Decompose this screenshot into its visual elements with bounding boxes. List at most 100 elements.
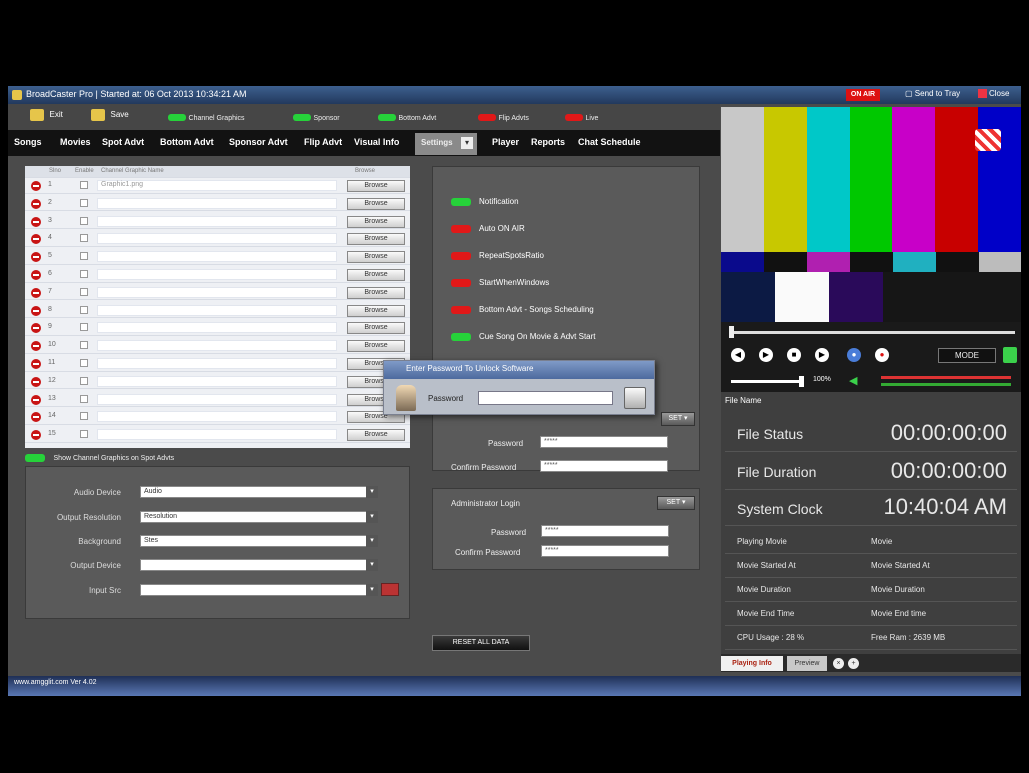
remove-icon[interactable] xyxy=(31,430,41,441)
browse-button[interactable]: Browse xyxy=(347,286,405,299)
menu-flip-advt[interactable]: Flip Advt xyxy=(304,137,342,147)
option-bottom-advt-scheduling[interactable]: Bottom Advt - Songs Scheduling xyxy=(451,305,594,314)
volume-handle[interactable] xyxy=(799,376,804,387)
enable-checkbox[interactable] xyxy=(80,216,88,225)
remove-icon[interactable] xyxy=(31,216,41,227)
play-button[interactable]: ▶ xyxy=(759,348,773,362)
record-button[interactable]: ● xyxy=(875,348,889,362)
show-graphics-option[interactable]: Show Channel Graphics on Spot Advts xyxy=(25,452,174,462)
password-field[interactable]: ***** xyxy=(540,436,668,448)
mode-power-icon[interactable] xyxy=(1003,347,1017,363)
remove-icon[interactable] xyxy=(31,412,41,423)
enable-checkbox[interactable] xyxy=(80,341,88,350)
browse-button[interactable]: Browse xyxy=(347,197,405,210)
menu-settings-tab[interactable]: Settings ▾ xyxy=(415,133,477,155)
graphic-name-cell[interactable] xyxy=(97,233,337,245)
menu-player[interactable]: Player xyxy=(492,137,519,147)
dialog-ok-button[interactable] xyxy=(624,387,646,409)
onair-badge[interactable]: ON AIR xyxy=(846,89,880,101)
enable-checkbox[interactable] xyxy=(80,412,88,421)
graphic-name-cell[interactable] xyxy=(97,358,337,369)
graphic-name-cell[interactable] xyxy=(97,286,337,298)
volume-slider[interactable] xyxy=(731,380,801,383)
enable-checkbox[interactable] xyxy=(80,252,88,261)
audio-device-select[interactable]: Audio ▾ xyxy=(140,486,378,498)
option-start-when-windows[interactable]: StartWhenWindows xyxy=(451,278,549,287)
browse-button[interactable]: Browse xyxy=(347,269,405,281)
seek-bar[interactable] xyxy=(729,331,1015,334)
enable-checkbox[interactable] xyxy=(80,234,88,243)
browse-button[interactable]: Browse xyxy=(347,251,405,264)
enable-checkbox[interactable] xyxy=(80,394,88,403)
save-button[interactable]: Save xyxy=(91,109,129,121)
option-auto-on-air[interactable]: Auto ON AIR xyxy=(451,224,525,233)
graphic-name-cell[interactable] xyxy=(97,340,337,352)
tab-add-icon[interactable]: + xyxy=(848,658,859,669)
graphic-name-cell[interactable] xyxy=(97,393,337,405)
confirm-password-field[interactable]: ***** xyxy=(540,460,668,472)
admin-password-field[interactable]: ***** xyxy=(541,525,669,537)
browse-button[interactable]: Browse xyxy=(347,340,405,353)
menu-reports[interactable]: Reports xyxy=(531,137,565,147)
background-select[interactable]: Stes ▾ xyxy=(140,535,378,547)
input-src-select[interactable]: ▾ xyxy=(140,584,378,596)
remove-icon[interactable] xyxy=(31,341,41,352)
admin-confirm-field[interactable]: ***** xyxy=(541,545,669,557)
graphic-name-cell[interactable] xyxy=(97,411,337,423)
graphic-name-cell[interactable] xyxy=(97,375,337,387)
menu-songs[interactable]: Songs xyxy=(14,137,42,147)
stop-button[interactable]: ■ xyxy=(787,348,801,362)
dialog-password-input[interactable] xyxy=(478,391,613,405)
browse-button[interactable]: Browse xyxy=(347,322,405,335)
option-cue-song[interactable]: Cue Song On Movie & Advt Start xyxy=(451,332,596,341)
remove-icon[interactable] xyxy=(31,234,41,245)
speaker-icon[interactable]: ◀ xyxy=(849,374,857,387)
indicator-channel-graphics[interactable]: Channel Graphics xyxy=(168,112,245,122)
graphic-name-cell[interactable] xyxy=(97,322,337,334)
enable-checkbox[interactable] xyxy=(80,287,88,296)
enable-checkbox[interactable] xyxy=(80,430,88,439)
remove-icon[interactable] xyxy=(31,305,41,316)
browse-button[interactable]: Browse xyxy=(347,304,405,317)
remove-icon[interactable] xyxy=(31,359,41,369)
graphic-name-cell[interactable] xyxy=(97,429,337,441)
close-button[interactable]: Close xyxy=(978,89,1009,99)
graphic-name-cell[interactable] xyxy=(97,269,337,280)
password-set-button[interactable]: SET ▾ xyxy=(661,412,695,426)
tab-close-icon[interactable]: × xyxy=(833,658,844,669)
tab-preview[interactable]: Preview xyxy=(787,656,827,671)
indicator-sponsor[interactable]: Sponsor xyxy=(293,112,340,122)
enable-checkbox[interactable] xyxy=(80,198,88,207)
browse-button[interactable]: Browse xyxy=(347,233,405,246)
remove-icon[interactable] xyxy=(31,394,41,405)
indicator-flip-advts[interactable]: Flip Advts xyxy=(478,112,529,122)
seek-handle[interactable] xyxy=(729,326,734,338)
menu-chat-schedule[interactable]: Chat Schedule xyxy=(578,137,641,147)
remove-icon[interactable] xyxy=(31,376,41,387)
browse-button[interactable]: Browse xyxy=(347,180,405,192)
remove-icon[interactable] xyxy=(31,287,41,298)
menu-visual-info[interactable]: Visual Info xyxy=(354,137,399,147)
remove-icon[interactable] xyxy=(31,181,41,191)
enable-checkbox[interactable] xyxy=(80,323,88,332)
enable-checkbox[interactable] xyxy=(80,270,88,278)
previous-button[interactable]: ◀ xyxy=(731,348,745,362)
menu-sponsor-advt[interactable]: Sponsor Advt xyxy=(229,137,288,147)
graphic-name-cell[interactable] xyxy=(97,304,337,316)
browse-button[interactable]: Browse xyxy=(347,429,405,442)
output-resolution-select[interactable]: Resolution ▾ xyxy=(140,511,378,523)
graphic-name-cell[interactable] xyxy=(97,251,337,263)
remove-icon[interactable] xyxy=(31,198,41,209)
graphic-name-cell[interactable] xyxy=(97,197,337,209)
reset-all-data-button[interactable]: RESET ALL DATA xyxy=(432,635,530,651)
tab-playing-info[interactable]: Playing Info xyxy=(721,656,783,671)
graphic-name-cell[interactable] xyxy=(97,215,337,227)
enable-checkbox[interactable] xyxy=(80,305,88,314)
send-to-tray-button[interactable]: ▢ Send to Tray xyxy=(905,89,960,98)
menu-bottom-advt[interactable]: Bottom Advt xyxy=(160,137,214,147)
browse-button[interactable]: Browse xyxy=(347,215,405,228)
enable-checkbox[interactable] xyxy=(80,376,88,385)
option-notification[interactable]: Notification xyxy=(451,197,519,206)
remove-icon[interactable] xyxy=(31,323,41,334)
remove-icon[interactable] xyxy=(31,270,41,280)
